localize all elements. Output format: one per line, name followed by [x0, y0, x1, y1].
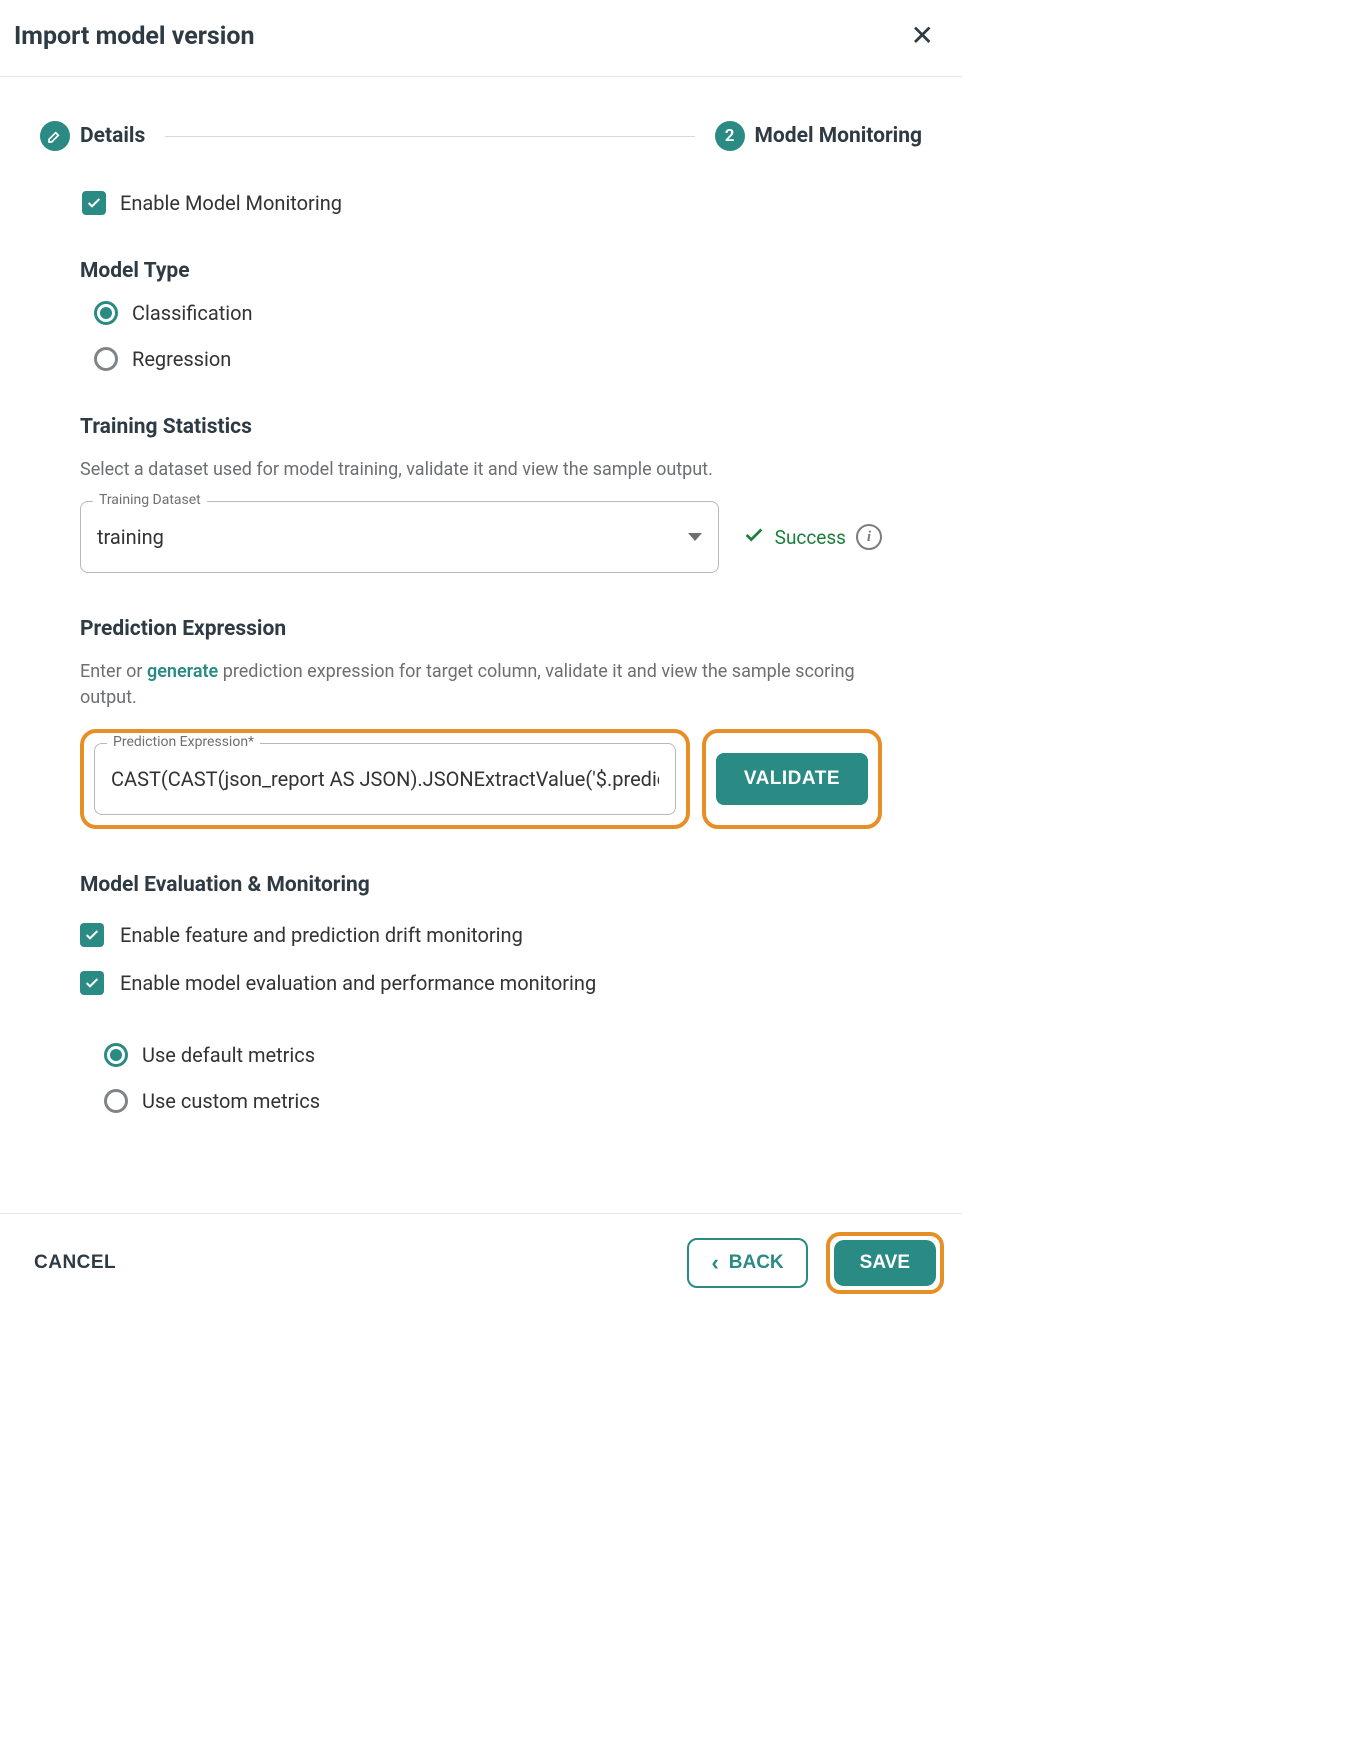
default-metrics-label: Use default metrics [142, 1043, 315, 1067]
step-details[interactable]: Details [40, 121, 145, 151]
pe-desc-pre: Enter or [80, 661, 147, 682]
dialog-header: Import model version ✕ [0, 0, 962, 77]
step-divider [165, 136, 694, 137]
radio-classification[interactable]: Classification [94, 301, 922, 325]
info-icon[interactable]: i [856, 524, 882, 550]
training-dataset-label: Training Dataset [93, 492, 207, 508]
highlight-validate: VALIDATE [702, 729, 882, 829]
step-monitoring-label: Model Monitoring [755, 124, 922, 148]
drift-row: Enable feature and prediction drift moni… [80, 923, 882, 947]
perf-checkbox[interactable] [80, 971, 104, 995]
training-dataset-value: training [97, 525, 672, 549]
enable-monitoring-row: Enable Model Monitoring [40, 191, 922, 215]
evaluation-title: Model Evaluation & Monitoring [80, 873, 882, 897]
model-type-group: Classification Regression [40, 301, 922, 371]
radio-custom-metrics[interactable]: Use custom metrics [104, 1089, 882, 1113]
highlight-expression: Prediction Expression* [80, 729, 690, 829]
save-button[interactable]: SAVE [834, 1240, 936, 1286]
prediction-expr-label: Prediction Expression* [107, 734, 260, 750]
radio-off-icon [104, 1089, 128, 1113]
dialog-content: Enable Model Monitoring Model Type Class… [0, 181, 962, 1213]
radio-regression-label: Regression [132, 347, 231, 371]
radio-off-icon [94, 347, 118, 371]
enable-monitoring-checkbox[interactable] [82, 191, 106, 215]
prediction-expr-desc: Enter or generate prediction expression … [80, 659, 882, 711]
radio-regression[interactable]: Regression [94, 347, 922, 371]
step-details-label: Details [80, 124, 145, 148]
highlight-save: SAVE [826, 1232, 944, 1294]
chevron-down-icon [688, 533, 702, 541]
back-button[interactable]: ‹ BACK [687, 1238, 807, 1288]
validate-button[interactable]: VALIDATE [716, 753, 868, 805]
check-icon [743, 524, 765, 551]
back-button-label: BACK [729, 1252, 784, 1274]
chevron-left-icon: ‹ [711, 1252, 718, 1274]
prediction-expr-field[interactable]: Prediction Expression* [94, 743, 676, 815]
generate-link[interactable]: generate [147, 661, 218, 682]
close-button[interactable]: ✕ [907, 18, 938, 54]
model-type-title: Model Type [80, 259, 922, 283]
radio-on-icon [94, 301, 118, 325]
close-icon: ✕ [911, 20, 934, 51]
training-status-text: Success [775, 526, 846, 549]
training-dataset-select[interactable]: Training Dataset training [80, 501, 719, 573]
dialog-title: Import model version [14, 22, 255, 51]
import-model-dialog: Import model version ✕ Details 2 Model M… [0, 0, 962, 1312]
training-dataset-row: Training Dataset training Success i [80, 501, 882, 573]
perf-label: Enable model evaluation and performance … [120, 971, 596, 995]
training-stats-desc: Select a dataset used for model training… [80, 457, 882, 483]
metrics-group: Use default metrics Use custom metrics [80, 1043, 882, 1113]
radio-default-metrics[interactable]: Use default metrics [104, 1043, 882, 1067]
pencil-icon [40, 121, 70, 151]
training-status: Success i [743, 524, 882, 551]
perf-row: Enable model evaluation and performance … [80, 971, 882, 995]
prediction-expr-title: Prediction Expression [80, 617, 922, 641]
footer-right: ‹ BACK SAVE [687, 1232, 944, 1294]
stepper: Details 2 Model Monitoring [0, 77, 962, 181]
training-stats-title: Training Statistics [80, 415, 922, 439]
prediction-expr-input[interactable] [111, 767, 659, 791]
dialog-footer: CANCEL ‹ BACK SAVE [0, 1213, 962, 1312]
step-number-icon: 2 [715, 121, 745, 151]
radio-on-icon [104, 1043, 128, 1067]
prediction-expr-row: Prediction Expression* VALIDATE [40, 729, 922, 873]
evaluation-checks: Enable feature and prediction drift moni… [80, 923, 882, 1113]
enable-monitoring-label: Enable Model Monitoring [120, 191, 342, 215]
radio-classification-label: Classification [132, 301, 253, 325]
drift-checkbox[interactable] [80, 923, 104, 947]
evaluation-section: Model Evaluation & Monitoring Enable fea… [80, 873, 882, 1113]
step-monitoring[interactable]: 2 Model Monitoring [715, 121, 922, 151]
cancel-button[interactable]: CANCEL [34, 1252, 116, 1274]
custom-metrics-label: Use custom metrics [142, 1089, 320, 1113]
drift-label: Enable feature and prediction drift moni… [120, 923, 523, 947]
